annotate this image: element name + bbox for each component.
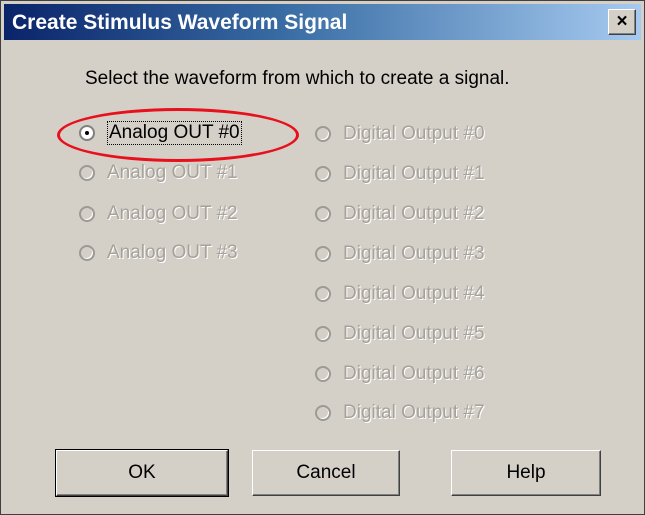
window-title: Create Stimulus Waveform Signal <box>12 11 348 34</box>
close-icon: × <box>616 11 628 32</box>
help-button-label: Help <box>506 462 546 483</box>
radio-label: Digital Output #7 <box>343 402 485 423</box>
ok-button-label: OK <box>128 462 156 483</box>
radio-label: Digital Output #3 <box>343 243 485 264</box>
radio-label: Analog OUT #3 <box>107 242 238 263</box>
radio-digital-output-4[interactable]: Digital Output #4 <box>315 281 485 307</box>
radio-label: Analog OUT #1 <box>107 162 238 183</box>
radio-circle-icon <box>315 246 331 262</box>
radio-analog-out-3[interactable]: Analog OUT #3 <box>79 240 238 266</box>
radio-label: Digital Output #1 <box>343 163 485 184</box>
title-bar[interactable]: Create Stimulus Waveform Signal × <box>4 4 641 40</box>
close-button[interactable]: × <box>608 9 636 35</box>
radio-digital-output-2[interactable]: Digital Output #2 <box>315 201 485 227</box>
radio-digital-output-7[interactable]: Digital Output #7 <box>315 400 485 426</box>
cancel-button-label: Cancel <box>296 462 356 483</box>
radio-circle-icon <box>315 326 331 342</box>
radio-analog-out-2[interactable]: Analog OUT #2 <box>79 201 238 227</box>
radio-circle-icon <box>315 405 331 421</box>
radio-label: Digital Output #4 <box>343 283 485 304</box>
radio-circle-icon <box>79 245 95 261</box>
radio-label: Digital Output #2 <box>343 203 485 224</box>
radio-label: Digital Output #6 <box>343 363 485 384</box>
radio-circle-icon <box>315 366 331 382</box>
ok-button[interactable]: OK <box>55 449 229 497</box>
create-stimulus-dialog: Create Stimulus Waveform Signal × Select… <box>0 0 645 515</box>
radio-label: Analog OUT #0 <box>107 121 242 145</box>
radio-label: Digital Output #0 <box>343 123 485 144</box>
radio-selected-icon <box>79 125 95 141</box>
radio-circle-icon <box>315 166 331 182</box>
radio-digital-output-0[interactable]: Digital Output #0 <box>315 121 485 147</box>
radio-analog-out-0[interactable]: Analog OUT #0 <box>79 120 242 146</box>
cancel-button[interactable]: Cancel <box>252 450 400 496</box>
radio-digital-output-3[interactable]: Digital Output #3 <box>315 241 485 267</box>
instruction-text: Select the waveform from which to create… <box>85 68 510 89</box>
radio-digital-output-5[interactable]: Digital Output #5 <box>315 321 485 347</box>
radio-label: Digital Output #5 <box>343 323 485 344</box>
radio-circle-icon <box>315 286 331 302</box>
radio-analog-out-1[interactable]: Analog OUT #1 <box>79 160 238 186</box>
radio-circle-icon <box>315 126 331 142</box>
radio-circle-icon <box>315 206 331 222</box>
radio-digital-output-1[interactable]: Digital Output #1 <box>315 161 485 187</box>
radio-circle-icon <box>79 206 95 222</box>
radio-circle-icon <box>79 165 95 181</box>
help-button[interactable]: Help <box>451 450 601 496</box>
radio-digital-output-6[interactable]: Digital Output #6 <box>315 361 485 387</box>
radio-label: Analog OUT #2 <box>107 203 238 224</box>
